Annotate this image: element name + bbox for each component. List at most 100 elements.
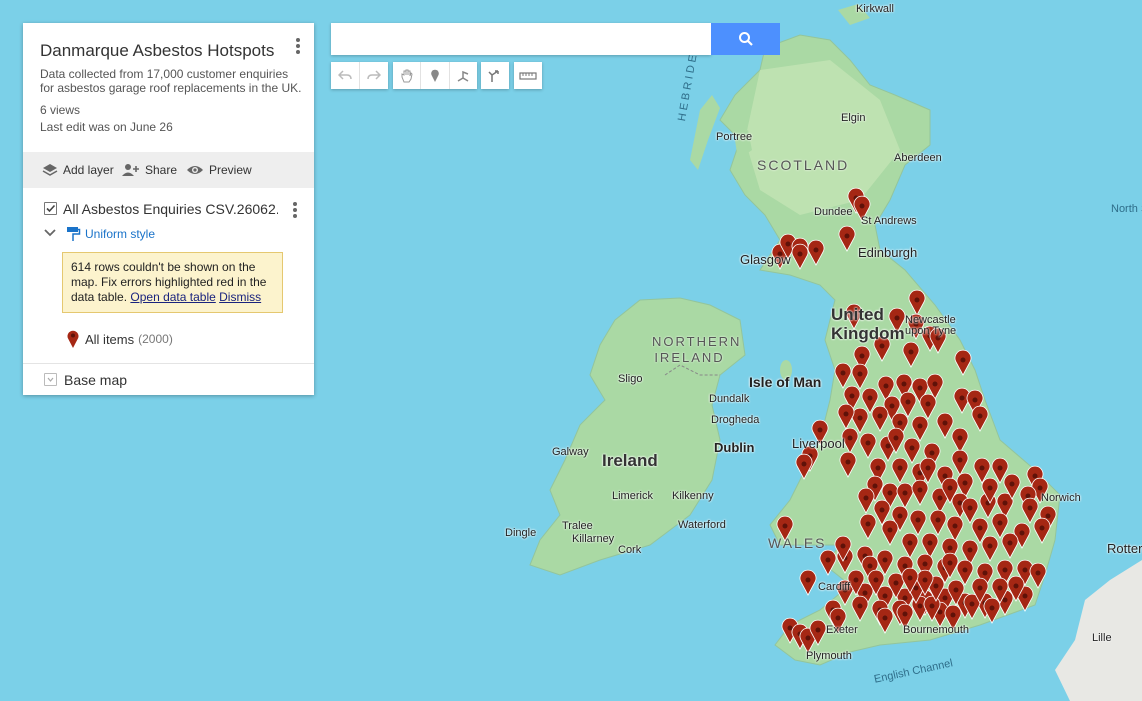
map-marker-dot: [957, 435, 963, 441]
redo-button[interactable]: [360, 62, 388, 89]
map-marker-dot: [875, 465, 881, 471]
map-marker-dot: [805, 635, 811, 641]
open-data-table-link[interactable]: Open data table: [130, 290, 215, 304]
map-marker-dot: [902, 563, 908, 569]
map-marker-dot: [1032, 473, 1038, 479]
map-marker-dot: [905, 399, 911, 405]
map-title[interactable]: Danmarque Asbestos Hotspots: [40, 41, 274, 61]
label-scotland: SCOTLAND: [757, 157, 850, 173]
map-marker-dot: [929, 450, 935, 456]
map-marker-dot: [989, 605, 995, 611]
map-marker-dot: [933, 583, 939, 589]
map-marker-dot: [932, 381, 938, 387]
label-bournemouth: Bournemouth: [903, 624, 970, 636]
search-button[interactable]: [711, 23, 780, 55]
share-button[interactable]: Share: [121, 152, 177, 188]
map-marker-dot: [914, 297, 920, 303]
base-map-label[interactable]: Base map: [64, 372, 127, 388]
label-edinburgh: Edinburgh: [858, 245, 918, 260]
map-marker-dot: [897, 513, 903, 519]
map-marker-dot: [972, 397, 978, 403]
map-marker-dot: [867, 563, 873, 569]
map-marker-dot: [997, 465, 1003, 471]
map-marker-dot: [853, 577, 859, 583]
map-marker-dot: [897, 465, 903, 471]
map-marker-dot: [857, 371, 863, 377]
map-marker-dot: [967, 505, 973, 511]
map-marker-dot: [1002, 567, 1008, 573]
map-marker-dot: [879, 343, 885, 349]
chevron-down-icon[interactable]: [44, 229, 56, 237]
map-marker-dot: [805, 577, 811, 583]
map-marker-dot: [907, 575, 913, 581]
map-marker-dot: [962, 567, 968, 573]
map-marker-dot: [942, 595, 948, 601]
search-input[interactable]: [331, 23, 711, 55]
map-marker-dot: [937, 495, 943, 501]
map-marker-dot: [909, 445, 915, 451]
map-marker-dot: [813, 247, 819, 253]
map-marker-dot: [977, 585, 983, 591]
map-marker-dot: [1009, 481, 1015, 487]
map-marker-dot: [867, 395, 873, 401]
layer-title[interactable]: All Asbestos Enquiries CSV.26062...: [63, 201, 278, 217]
map-marker-dot: [917, 423, 923, 429]
map-options-menu[interactable]: [292, 37, 304, 59]
draw-line-button[interactable]: [450, 62, 477, 89]
directions-group: [481, 62, 509, 89]
map-marker-dot: [849, 393, 855, 399]
map-marker-dot: [959, 395, 965, 401]
map-marker-dot: [1037, 485, 1043, 491]
map-marker-dot: [882, 615, 888, 621]
add-layer-label: Add layer: [63, 163, 114, 177]
map-marker-dot: [1035, 570, 1041, 576]
map-marker-dot: [967, 547, 973, 553]
label-galway: Galway: [552, 446, 589, 458]
style-selector[interactable]: Uniform style: [67, 227, 155, 241]
map-marker-dot: [893, 435, 899, 441]
label-limerick: Limerick: [612, 490, 653, 502]
measure-button[interactable]: [514, 62, 542, 89]
base-map-expander[interactable]: [44, 373, 57, 386]
map-marker-dot: [917, 487, 923, 493]
preview-button[interactable]: Preview: [186, 152, 252, 188]
undo-icon: [338, 69, 352, 80]
map-marker-dot: [835, 615, 841, 621]
map-marker-dot: [865, 440, 871, 446]
add-directions-button[interactable]: [481, 62, 509, 89]
map-marker-dot: [885, 443, 891, 449]
map-marker-dot: [1002, 500, 1008, 506]
dismiss-link[interactable]: Dismiss: [219, 290, 261, 304]
map-marker-dot: [952, 523, 958, 529]
layer-visibility-checkbox[interactable]: [44, 202, 57, 215]
pan-tool-button[interactable]: [393, 62, 422, 89]
map-marker-dot: [925, 401, 931, 407]
add-marker-button[interactable]: [421, 62, 450, 89]
all-items-row[interactable]: All items (2000): [66, 329, 173, 349]
layer-options-menu[interactable]: [290, 201, 300, 221]
map-marker-dot: [782, 523, 788, 529]
label-killarney: Killarney: [572, 533, 615, 545]
map-marker-dot: [865, 521, 871, 527]
map-marker-dot: [1013, 583, 1019, 589]
label-plymouth: Plymouth: [806, 650, 852, 662]
undo-button[interactable]: [331, 62, 360, 89]
label-dundee: Dundee: [814, 206, 853, 218]
map-marker-dot: [785, 241, 791, 247]
label-waterford: Waterford: [678, 519, 726, 531]
check-icon: [46, 204, 56, 213]
map-marker-dot: [1039, 525, 1045, 531]
label-kilkenny: Kilkenny: [672, 490, 714, 502]
directions-icon: [488, 69, 499, 82]
add-layer-button[interactable]: Add layer: [42, 152, 114, 188]
map-description[interactable]: Data collected from 17,000 customer enqu…: [40, 67, 305, 95]
map-marker-dot: [987, 485, 993, 491]
map-marker-dot: [872, 483, 878, 489]
map-marker-dot: [902, 595, 908, 601]
layer-more-vert-icon: [293, 202, 297, 206]
label-dundalk: Dundalk: [709, 393, 750, 405]
map-marker-dot: [957, 457, 963, 463]
label-sligo: Sligo: [618, 373, 643, 385]
label-exeter: Exeter: [826, 624, 858, 636]
paint-roller-icon: [67, 227, 81, 241]
